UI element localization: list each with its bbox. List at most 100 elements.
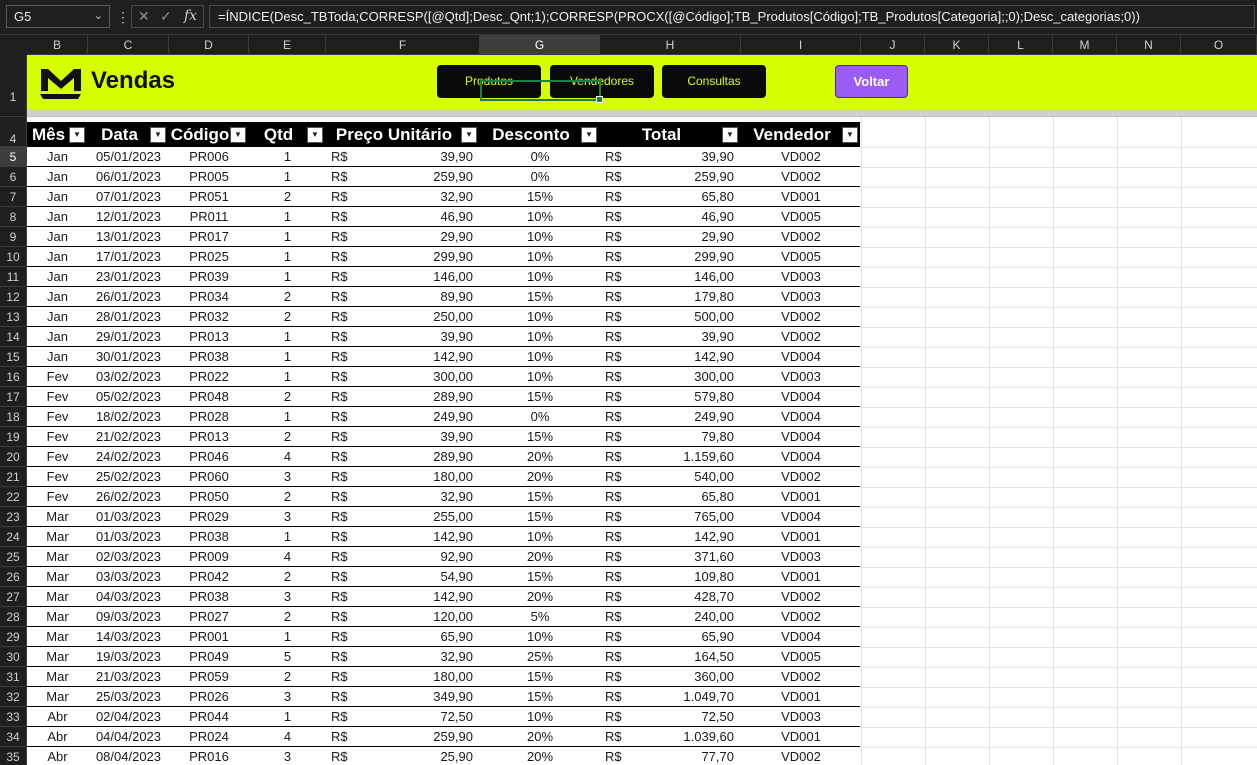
cell-mes[interactable]: Mar — [27, 607, 88, 626]
cell-qtd[interactable]: 2 — [249, 427, 326, 446]
cell-data[interactable]: 25/02/2023 — [88, 467, 169, 486]
cell-qtd[interactable]: 1 — [249, 227, 326, 246]
cell-total[interactable]: 46,90 — [600, 207, 741, 226]
row-header-18[interactable]: 18 — [0, 407, 27, 427]
row-header-33[interactable]: 33 — [0, 707, 27, 727]
cell-vendedor[interactable]: VD002 — [741, 667, 861, 686]
cell-total[interactable]: 500,00 — [600, 307, 741, 326]
cell-preco-unitario[interactable]: 65,90 — [326, 627, 480, 646]
cell-total[interactable]: 371,60 — [600, 547, 741, 566]
cell-codigo[interactable]: PR017 — [169, 227, 249, 246]
cell-total[interactable]: 39,90 — [600, 327, 741, 346]
cell-desconto[interactable]: 20% — [480, 447, 600, 466]
column-header-h[interactable]: H — [600, 35, 741, 55]
cell-data[interactable]: 01/03/2023 — [88, 507, 169, 526]
cell-total[interactable]: 77,70 — [600, 747, 741, 765]
column-header-i[interactable]: I — [741, 35, 861, 55]
column-header-c[interactable]: C — [88, 35, 169, 55]
voltar-button[interactable]: Voltar — [835, 65, 908, 98]
cell-codigo[interactable]: PR038 — [169, 347, 249, 366]
cell-mes[interactable]: Fev — [27, 367, 88, 386]
cell-mes[interactable]: Jan — [27, 167, 88, 186]
cell-data[interactable]: 26/01/2023 — [88, 287, 169, 306]
cell-mes[interactable]: Fev — [27, 427, 88, 446]
cell-mes[interactable]: Mar — [27, 647, 88, 666]
cell-mes[interactable]: Mar — [27, 547, 88, 566]
consultas-button[interactable]: Consultas — [662, 65, 766, 98]
cell-vendedor[interactable]: VD002 — [741, 607, 861, 626]
row-header-13[interactable]: 13 — [0, 307, 27, 327]
cell-desconto[interactable]: 10% — [480, 527, 600, 546]
cell-codigo[interactable]: PR027 — [169, 607, 249, 626]
cell-preco-unitario[interactable]: 72,50 — [326, 707, 480, 726]
cell-data[interactable]: 04/03/2023 — [88, 587, 169, 606]
filter-dropdown-icon[interactable]: ▼ — [230, 127, 246, 143]
cell-codigo[interactable]: PR050 — [169, 487, 249, 506]
cell-mes[interactable]: Fev — [27, 447, 88, 466]
cell-preco-unitario[interactable]: 92,90 — [326, 547, 480, 566]
cell-qtd[interactable]: 1 — [249, 247, 326, 266]
filter-dropdown-icon[interactable]: ▼ — [69, 127, 85, 143]
cell-codigo[interactable]: PR028 — [169, 407, 249, 426]
cell-codigo[interactable]: PR009 — [169, 547, 249, 566]
cell-preco-unitario[interactable]: 289,90 — [326, 447, 480, 466]
row-header-5[interactable]: 5 — [0, 147, 27, 167]
cell-desconto[interactable]: 15% — [480, 687, 600, 706]
row-header-14[interactable]: 14 — [0, 327, 27, 347]
cell-data[interactable]: 06/01/2023 — [88, 167, 169, 186]
cell-mes[interactable]: Fev — [27, 407, 88, 426]
cell-mes[interactable]: Jan — [27, 147, 88, 166]
cell-vendedor[interactable]: VD002 — [741, 467, 861, 486]
row-header-22[interactable]: 22 — [0, 487, 27, 507]
column-header-j[interactable]: J — [861, 35, 925, 55]
cell-desconto[interactable]: 20% — [480, 467, 600, 486]
cell-desconto[interactable]: 15% — [480, 487, 600, 506]
cell-mes[interactable]: Jan — [27, 247, 88, 266]
cell-total[interactable]: 360,00 — [600, 667, 741, 686]
row-header-27[interactable]: 27 — [0, 587, 27, 607]
cell-vendedor[interactable]: VD003 — [741, 267, 861, 286]
cell-codigo[interactable]: PR013 — [169, 327, 249, 346]
filter-dropdown-icon[interactable]: ▼ — [842, 127, 858, 143]
cell-qtd[interactable]: 5 — [249, 647, 326, 666]
column-header-g[interactable]: G — [480, 35, 600, 55]
cell-qtd[interactable]: 1 — [249, 707, 326, 726]
function-icon[interactable]: fx — [184, 8, 197, 24]
cell-data[interactable]: 29/01/2023 — [88, 327, 169, 346]
cell-data[interactable]: 08/04/2023 — [88, 747, 169, 765]
cell-desconto[interactable]: 10% — [480, 247, 600, 266]
cell-qtd[interactable]: 4 — [249, 727, 326, 746]
cell-data[interactable]: 28/01/2023 — [88, 307, 169, 326]
cell-data[interactable]: 14/03/2023 — [88, 627, 169, 646]
cell-desconto[interactable]: 0% — [480, 167, 600, 186]
cell-vendedor[interactable]: VD002 — [741, 307, 861, 326]
row-header-12[interactable]: 12 — [0, 287, 27, 307]
cell-mes[interactable]: Mar — [27, 567, 88, 586]
cell-data[interactable]: 02/03/2023 — [88, 547, 169, 566]
cell-desconto[interactable]: 25% — [480, 647, 600, 666]
cell-desconto[interactable]: 15% — [480, 427, 600, 446]
cell-vendedor[interactable]: VD004 — [741, 347, 861, 366]
cell-preco-unitario[interactable]: 289,90 — [326, 387, 480, 406]
cell-preco-unitario[interactable]: 89,90 — [326, 287, 480, 306]
select-all-corner[interactable] — [0, 35, 27, 55]
cell-total[interactable]: 65,80 — [600, 187, 741, 206]
cell-codigo[interactable]: PR042 — [169, 567, 249, 586]
cell-desconto[interactable]: 10% — [480, 707, 600, 726]
column-header-o[interactable]: O — [1181, 35, 1257, 55]
filter-dropdown-icon[interactable]: ▼ — [150, 127, 166, 143]
vendedores-button[interactable]: Vendedores — [550, 65, 654, 98]
cell-mes[interactable]: Mar — [27, 507, 88, 526]
cell-preco-unitario[interactable]: 25,90 — [326, 747, 480, 765]
cell-qtd[interactable]: 1 — [249, 207, 326, 226]
cell-mes[interactable]: Mar — [27, 527, 88, 546]
cell-vendedor[interactable]: VD005 — [741, 247, 861, 266]
cell-mes[interactable]: Jan — [27, 307, 88, 326]
cell-mes[interactable]: Jan — [27, 227, 88, 246]
cell-data[interactable]: 03/03/2023 — [88, 567, 169, 586]
row-header-29[interactable]: 29 — [0, 627, 27, 647]
cell-preco-unitario[interactable]: 142,90 — [326, 347, 480, 366]
cell-preco-unitario[interactable]: 259,90 — [326, 727, 480, 746]
cell-codigo[interactable]: PR022 — [169, 367, 249, 386]
cell-qtd[interactable]: 1 — [249, 527, 326, 546]
